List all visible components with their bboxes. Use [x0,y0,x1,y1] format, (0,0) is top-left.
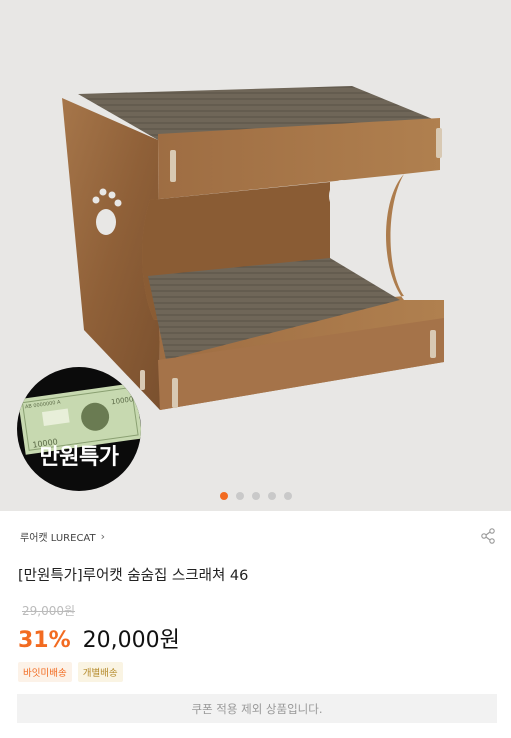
price-row: 31% 20,000원 [18,622,180,654]
share-icon[interactable] [479,527,497,545]
original-price: 29,000원 [22,604,76,618]
sale-price: 20,000원 [82,628,180,653]
product-image-area[interactable]: AB 0000000 A 10000 10000 만원특가 [0,0,511,511]
product-title: [만원특가]루어캣 숨숨집 스크래쳐 46 [18,568,249,584]
brand-link[interactable]: 루어캣 LURECAT › [20,529,105,544]
carousel-dot[interactable] [219,492,228,500]
badge-label: 만원특가 [39,445,119,470]
chevron-right-icon: › [100,530,105,543]
delivery-tags: 바잇미배송 개별배송 [18,662,123,682]
carousel-dot[interactable] [267,492,276,500]
carousel-dot[interactable] [235,492,244,500]
discount-rate: 31% [18,628,71,653]
tag-delivery: 바잇미배송 [18,662,72,682]
carousel-indicator [0,492,511,502]
promo-badge: AB 0000000 A 10000 10000 만원특가 [17,367,141,491]
carousel-dot[interactable] [283,492,292,500]
brand-name: 루어캣 LURECAT [20,533,96,544]
coupon-notice: 쿠폰 적용 제외 상품입니다. [17,694,497,723]
carousel-dot[interactable] [251,492,260,500]
tag-individual-delivery: 개별배송 [77,662,123,682]
